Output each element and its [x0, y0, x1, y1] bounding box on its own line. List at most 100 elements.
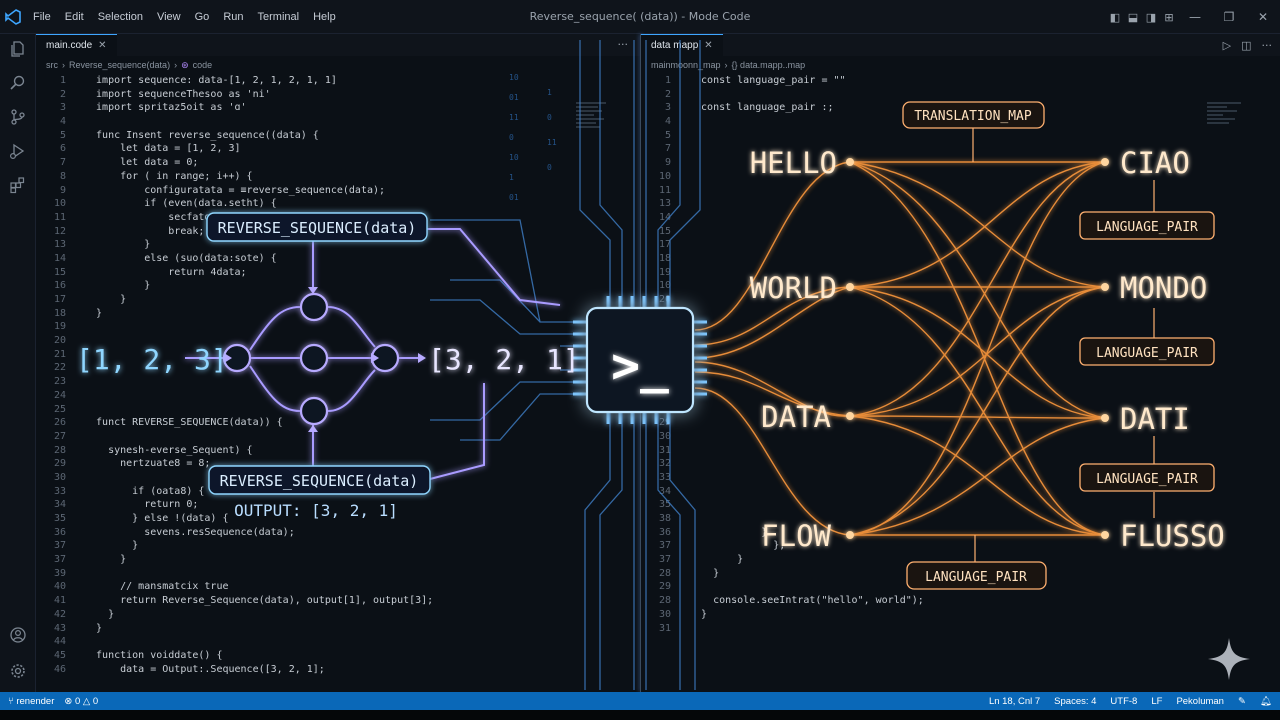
- code-line[interactable]: 14 else (suo(data:sote) {: [36, 252, 433, 266]
- code-line[interactable]: 3 const language_pair :;: [641, 101, 924, 115]
- code-line[interactable]: 1 const language_pair = "": [641, 74, 924, 88]
- code-line[interactable]: 37 }: [36, 553, 433, 567]
- explorer-icon[interactable]: [0, 34, 36, 64]
- code-line[interactable]: 15 return 4data;: [36, 266, 433, 280]
- code-line[interactable]: 18: [641, 252, 924, 266]
- run-debug-icon[interactable]: [0, 136, 36, 166]
- code-line[interactable]: 32: [641, 457, 924, 471]
- breadcrumb-item[interactable]: mainmoonn_map: [651, 60, 721, 70]
- minimize-icon[interactable]: —: [1178, 0, 1212, 34]
- extensions-icon[interactable]: [0, 170, 36, 200]
- cursor-position[interactable]: Ln 18, Cnl 7: [989, 696, 1040, 707]
- code-line[interactable]: 8 for ( in range; i++) {: [36, 170, 433, 184]
- code-line[interactable]: 9 configuratata = ≡reverse_sequence(data…: [36, 184, 433, 198]
- tab-data-mapp[interactable]: data mapp ✕: [641, 34, 723, 56]
- code-line[interactable]: 13: [641, 197, 924, 211]
- split-editor-icon[interactable]: ◫: [1241, 39, 1251, 52]
- code-line[interactable]: 44: [36, 635, 433, 649]
- minimap-left[interactable]: [576, 102, 616, 162]
- breadcrumb-item[interactable]: {} data.mapp..map: [732, 60, 806, 70]
- code-line[interactable]: 36 sevens.resSequence(data);: [36, 526, 433, 540]
- code-line[interactable]: 16 }: [36, 279, 433, 293]
- code-line[interactable]: 4: [641, 115, 924, 129]
- code-line[interactable]: 30 }: [641, 608, 924, 622]
- code-line[interactable]: 43 }: [36, 622, 433, 636]
- close-icon[interactable]: ✕: [98, 40, 106, 51]
- settings-gear-icon[interactable]: [0, 656, 36, 686]
- vscode-logo-icon[interactable]: [0, 0, 26, 34]
- toggle-secondary-sidebar-icon[interactable]: ◨: [1142, 0, 1160, 34]
- code-line[interactable]: 37 }: [641, 553, 924, 567]
- account-icon[interactable]: [0, 620, 36, 650]
- code-line[interactable]: 39: [36, 567, 433, 581]
- code-line[interactable]: 28 }: [641, 567, 924, 581]
- minimap-right[interactable]: [1207, 102, 1247, 162]
- customize-layout-icon[interactable]: ⊞: [1160, 0, 1178, 34]
- breadcrumb-item[interactable]: code: [193, 60, 213, 70]
- code-line[interactable]: 31: [641, 444, 924, 458]
- code-line[interactable]: 42 }: [36, 608, 433, 622]
- toggle-panel-icon[interactable]: ⬓: [1124, 0, 1142, 34]
- feedback-icon[interactable]: ✎: [1238, 696, 1246, 707]
- code-line[interactable]: 35: [641, 498, 924, 512]
- code-line[interactable]: 5 func Insent reverse_sequence((data) {: [36, 129, 433, 143]
- menu-item-selection[interactable]: Selection: [91, 11, 150, 23]
- menu-item-edit[interactable]: Edit: [58, 11, 91, 23]
- code-line[interactable]: 37 }: [36, 539, 433, 553]
- code-line[interactable]: 2 import sequenceThesoo as 'ni': [36, 88, 433, 102]
- notifications-bell-icon[interactable]: 🔔︎: [1260, 696, 1272, 707]
- code-line[interactable]: 27: [36, 430, 433, 444]
- tab-main-code[interactable]: main.code ✕: [36, 34, 117, 56]
- encoding[interactable]: UTF-8: [1110, 696, 1137, 707]
- code-line[interactable]: 1 import sequence: data-[1, 2, 1, 2, 1, …: [36, 74, 433, 88]
- code-line[interactable]: 7 let data = 0;: [36, 156, 433, 170]
- end-of-line[interactable]: LF: [1151, 696, 1162, 707]
- code-line[interactable]: 18 }: [36, 307, 433, 321]
- run-icon[interactable]: ▷: [1223, 39, 1231, 52]
- code-line[interactable]: 19: [36, 320, 433, 334]
- menu-item-terminal[interactable]: Terminal: [251, 11, 307, 23]
- code-line[interactable]: 14: [641, 211, 924, 225]
- code-line[interactable]: 29: [641, 580, 924, 594]
- code-line[interactable]: 45 function voiddate() {: [36, 649, 433, 663]
- remote-branch-item[interactable]: ⑂ renender: [8, 696, 54, 707]
- source-control-icon[interactable]: [0, 102, 36, 132]
- close-icon[interactable]: ✕: [704, 40, 712, 51]
- close-window-icon[interactable]: ✕: [1246, 0, 1280, 34]
- code-line[interactable]: 40 // mansmatcix true: [36, 580, 433, 594]
- menu-item-view[interactable]: View: [150, 11, 188, 23]
- code-line[interactable]: 25: [36, 403, 433, 417]
- toggle-sidebar-icon[interactable]: ◧: [1106, 0, 1124, 34]
- breadcrumb-item[interactable]: src: [46, 60, 58, 70]
- language-mode[interactable]: Pekoluman: [1176, 696, 1224, 707]
- breadcrumb-item[interactable]: Reverse_sequence(data): [69, 60, 170, 70]
- code-line[interactable]: 6 let data = [1, 2, 3]: [36, 142, 433, 156]
- code-line[interactable]: 31: [641, 622, 924, 636]
- code-line[interactable]: 3 import spritaz5oit as 'ɑ': [36, 101, 433, 115]
- menu-item-file[interactable]: File: [26, 11, 58, 23]
- search-icon[interactable]: [0, 68, 36, 98]
- problems-item[interactable]: ⊗ 0 △ 0: [64, 696, 98, 707]
- code-line[interactable]: 17 }: [36, 293, 433, 307]
- code-line[interactable]: 17: [641, 238, 924, 252]
- more-actions-icon[interactable]: ···: [618, 38, 629, 51]
- code-line[interactable]: 24: [36, 389, 433, 403]
- code-line[interactable]: 46 data = Output:.Sequence([3, 2, 1];: [36, 663, 433, 677]
- code-line[interactable]: 10 if (even(data.setht) {: [36, 197, 433, 211]
- menu-item-help[interactable]: Help: [306, 11, 343, 23]
- menu-item-go[interactable]: Go: [188, 11, 217, 23]
- code-line[interactable]: 11: [641, 184, 924, 198]
- line-number: 11: [658, 184, 671, 196]
- code-line[interactable]: 26 funct REVERSE_SEQUENCE(data)) {: [36, 416, 433, 430]
- code-line[interactable]: 28 synesh-everse_Sequent) {: [36, 444, 433, 458]
- restore-icon[interactable]: ❐: [1212, 0, 1246, 34]
- code-line[interactable]: 4: [36, 115, 433, 129]
- code-line[interactable]: 41 return Reverse_Sequence(data), output…: [36, 594, 433, 608]
- more-actions-icon[interactable]: ···: [1262, 39, 1273, 52]
- code-line[interactable]: 5: [641, 129, 924, 143]
- indentation[interactable]: Spaces: 4: [1054, 696, 1096, 707]
- code-line[interactable]: 23: [36, 375, 433, 389]
- menu-item-run[interactable]: Run: [216, 11, 250, 23]
- code-line[interactable]: 28 console.seeIntrat("hello", world");: [641, 594, 924, 608]
- code-line[interactable]: 2: [641, 88, 924, 102]
